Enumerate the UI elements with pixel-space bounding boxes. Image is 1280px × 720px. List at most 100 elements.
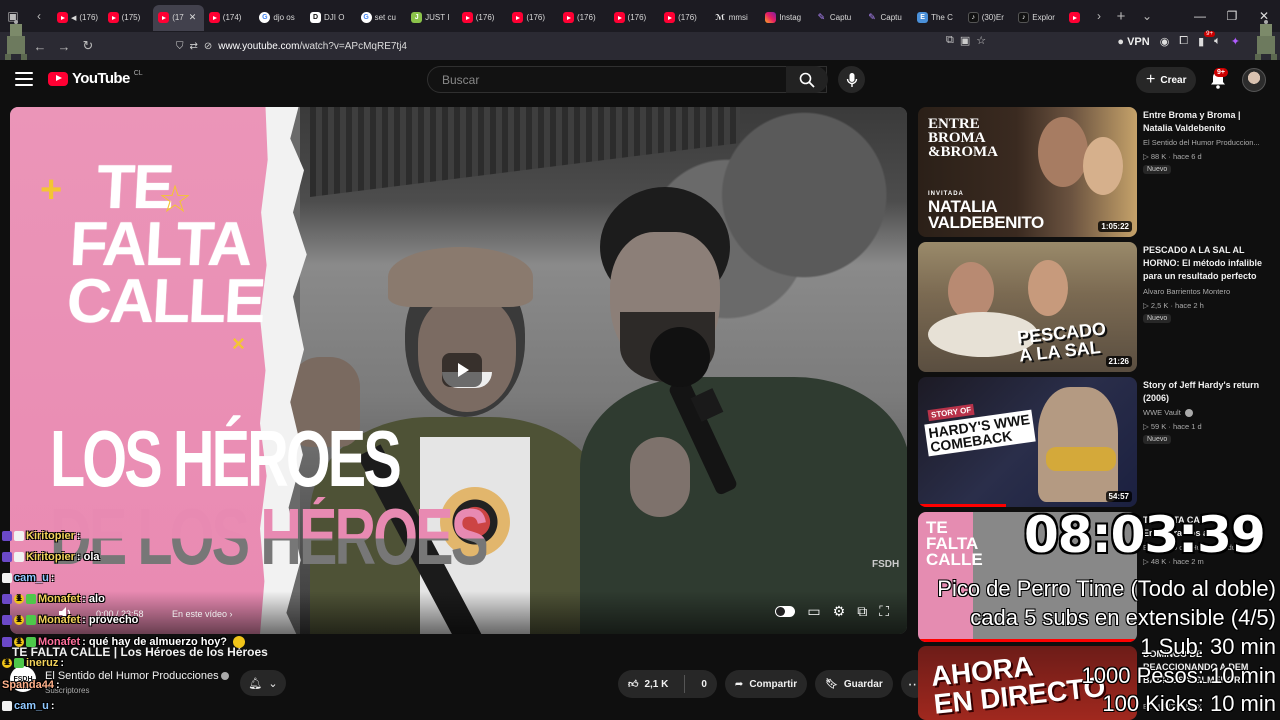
create-label: Crear	[1160, 74, 1187, 86]
tab-title: (176)	[79, 13, 99, 22]
recommendation-channel[interactable]: Alvaro Barrientos Montero	[1143, 287, 1230, 296]
browser-tab[interactable]: ✎ Captu	[862, 5, 913, 31]
account-avatar[interactable]	[1242, 68, 1266, 92]
voice-search-button[interactable]	[838, 66, 865, 93]
video-player[interactable]: TE FALTA CALLE + ☆ × LOS HÉROES DE LOS H…	[10, 107, 907, 634]
maximize-button[interactable]: ❐	[1216, 0, 1248, 32]
site-settings-icon[interactable]: ⇄	[190, 41, 198, 52]
subscription-bell-button[interactable]: 🔔︎ ⌄	[240, 670, 286, 696]
youtube-icon	[461, 12, 473, 23]
browser-tab[interactable]: E The C	[912, 5, 963, 31]
duration-badge: 21:26	[1105, 356, 1132, 367]
chat-text: : provecho	[82, 614, 139, 626]
settings-icon[interactable]: ⚙	[833, 603, 846, 620]
save-button[interactable]: 🔖︎ Guardar	[815, 670, 893, 698]
minimize-button[interactable]: —	[1184, 0, 1216, 32]
screenshot-icon[interactable]: ⧉	[946, 34, 954, 47]
browser-tab[interactable]: ◀ (176)	[52, 5, 103, 31]
browser-tab[interactable]: Instag	[760, 5, 811, 31]
chat-badge-icon	[2, 637, 12, 647]
channel-name[interactable]: El Sentido del Humor Producciones	[45, 670, 229, 682]
bookmark-icon: 🔖︎	[825, 678, 838, 690]
browser-tab[interactable]: ℳmmsi	[710, 5, 761, 31]
browser-tab[interactable]: (176)	[507, 5, 558, 31]
address-bar[interactable]: ⛉ ⇄ ⊘ www.youtube.com/watch?v=APcMqRE7tj…	[176, 34, 1004, 58]
browser-tab[interactable]: Gset cu	[356, 5, 407, 31]
channel-watermark: FSDH	[872, 559, 900, 570]
browser-tab[interactable]: (176)	[558, 5, 609, 31]
chat-username: cam_u	[14, 572, 49, 584]
browser-tab[interactable]: (176)	[457, 5, 508, 31]
chapter-button[interactable]: En este vídeo ›	[172, 609, 233, 619]
recommendation-thumbnail[interactable]: PESCADO A LA SAL 21:26	[918, 242, 1137, 372]
browser-tab[interactable]: (176)	[609, 5, 660, 31]
recommendation-title[interactable]: PESCADO A LA SAL AL HORNO: El método inf…	[1143, 244, 1271, 283]
new-tab-button[interactable]: +	[1108, 0, 1134, 32]
recommendation-title[interactable]: Story of Jeff Hardy's return (2006)	[1143, 379, 1271, 405]
pip-icon[interactable]: ▣	[960, 34, 970, 47]
vpn-button[interactable]: ● VPN	[1117, 36, 1149, 48]
search-box	[427, 66, 827, 93]
close-tab-icon[interactable]: ✕	[189, 12, 197, 23]
browser-tab[interactable]: ♪ Explor	[1013, 5, 1064, 31]
autoplay-toggle[interactable]	[775, 606, 796, 617]
tab-title: (30)Er	[981, 13, 1004, 22]
chevron-down-icon: ⌄	[268, 677, 278, 690]
search-input[interactable]	[442, 72, 762, 87]
dislike-button[interactable]: 0	[691, 670, 717, 698]
reload-button[interactable]: ↻	[76, 34, 100, 58]
youtube-logo[interactable]: YouTube CL	[48, 70, 143, 87]
url-text: www.youtube.com/watch?v=APcMqRE7tj4	[218, 40, 407, 52]
recommendation-item[interactable]: ENTRE BROMA &BROMA INVITADA NATALIA VALDEBE…	[918, 107, 1270, 239]
google-icon: G	[360, 12, 372, 23]
extensions-icon[interactable]: ⧠	[1179, 35, 1188, 48]
speaker-icon[interactable]: 🔈︎	[1214, 35, 1221, 48]
aria-icon[interactable]: ✦	[1231, 35, 1240, 48]
subtitles-icon[interactable]: ▭	[807, 603, 820, 620]
vpn-label: VPN	[1127, 35, 1150, 48]
tab-list: ◀ (176) (175) (17 ✕ (174) Gdjo os D DJI O Gset cu…	[52, 0, 1114, 32]
chat-message: 1 Monafet: qué hay de almuerzo hoy?	[2, 636, 246, 648]
profile-icon[interactable]: ◉	[1160, 35, 1170, 48]
browser-tab[interactable]: D DJI O	[305, 5, 356, 31]
browser-tab[interactable]: Gdjo os	[254, 5, 305, 31]
tiktok-icon: ♪	[967, 12, 979, 23]
browser-tab[interactable]: ✎ Captu	[811, 5, 862, 31]
tab-list-dropdown-icon[interactable]: ⌄	[1134, 0, 1160, 32]
recommendation-title[interactable]: Entre Broma y Broma | Natalia Valdebenit…	[1143, 109, 1271, 135]
duration-badge: 1:05:22	[1098, 221, 1132, 232]
recommendation-thumbnail[interactable]: STORY OF HARDY'S WWE COMEBACK 54:57	[918, 377, 1137, 507]
browser-tab[interactable]: ♪ (30)Er	[963, 5, 1014, 31]
browser-tab[interactable]: (175)	[103, 5, 154, 31]
duration-badge: 54:57	[1105, 491, 1132, 502]
fullscreen-icon[interactable]: ⛶	[879, 603, 889, 620]
recommendation-item[interactable]: STORY OF HARDY'S WWE COMEBACK 54:57 Story…	[918, 377, 1270, 509]
search-button[interactable]	[786, 66, 828, 93]
chat-badge-icon: 1	[14, 615, 24, 625]
browser-tab[interactable]: (176)	[659, 5, 710, 31]
audio-playing-icon[interactable]: ◀	[71, 14, 76, 22]
browser-tab[interactable]: (17 ✕	[153, 4, 204, 31]
dji-icon: D	[309, 12, 321, 23]
recommendation-channel[interactable]: El Sentido del Humor Produccion...	[1143, 138, 1260, 147]
back-button[interactable]: ←	[28, 34, 52, 58]
miniplayer-icon[interactable]: ⧉	[857, 603, 867, 620]
play-button[interactable]	[442, 353, 482, 387]
tab-title: DJI O	[323, 13, 345, 22]
menu-icon[interactable]	[14, 70, 34, 88]
recommendation-channel[interactable]: WWE Vault	[1143, 408, 1193, 418]
like-button[interactable]: 👍︎ 2,1 K	[618, 670, 678, 698]
overlay-line: 1000 Pesos: 10 min	[1081, 663, 1276, 688]
notification-extension-icon[interactable]: ▮ 9+	[1198, 31, 1215, 48]
recommendation-item[interactable]: PESCADO A LA SAL 21:26 PESCADO A LA SAL A…	[918, 242, 1270, 374]
chat-badge-icon	[14, 552, 24, 562]
browser-tab[interactable]: J JUST I	[406, 5, 457, 31]
forward-button[interactable]: →	[52, 34, 76, 58]
bookmark-star-icon[interactable]: ☆	[976, 34, 986, 47]
share-button[interactable]: ➦ Compartir	[724, 670, 808, 698]
chat-badge-icon	[2, 531, 12, 541]
create-button[interactable]: + Crear	[1136, 67, 1197, 93]
chat-badge-icon: 1	[14, 637, 24, 647]
recommendation-thumbnail[interactable]: ENTRE BROMA &BROMA INVITADA NATALIA VALDEBE…	[918, 107, 1137, 237]
browser-tab[interactable]: (174)	[204, 5, 255, 31]
